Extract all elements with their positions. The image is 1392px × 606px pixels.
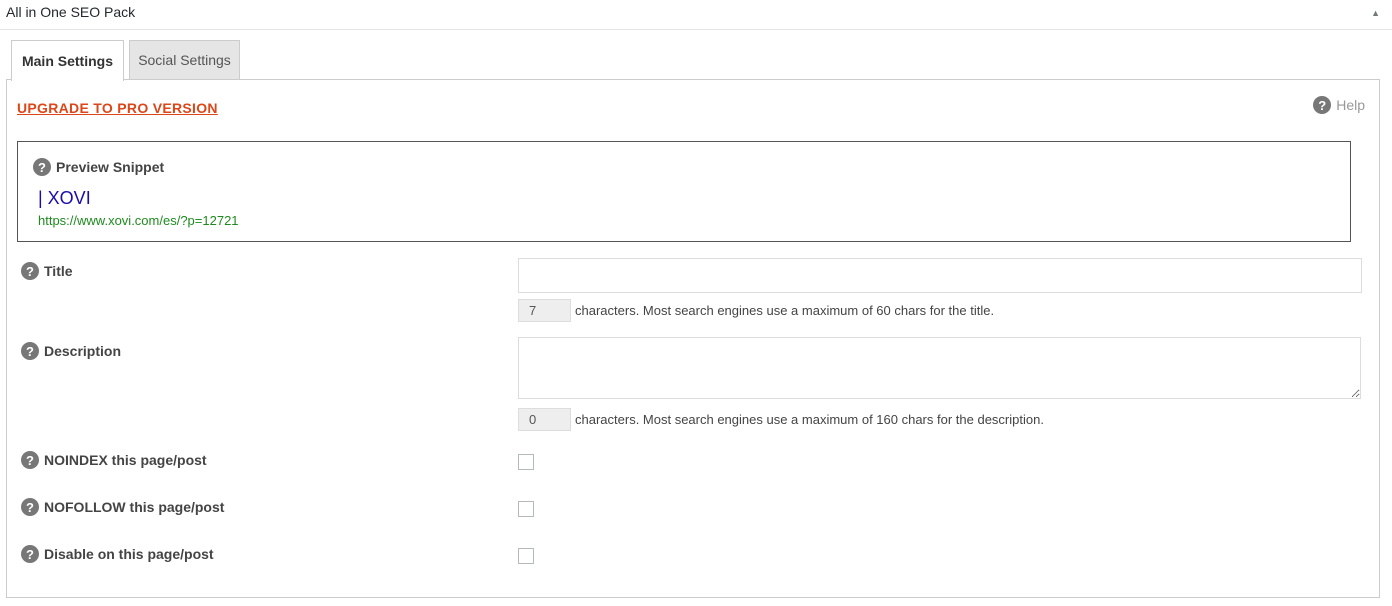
metabox-header[interactable]: All in One SEO Pack ▲ [0,0,1392,30]
tab-main-settings[interactable]: Main Settings [11,40,124,81]
preview-snippet-box: ? Preview Snippet | XOVI https://www.xov… [17,141,1351,242]
preview-snippet-heading: ? Preview Snippet [33,158,164,176]
title-hint: characters. Most search engines use a ma… [575,303,995,318]
title-input[interactable] [518,258,1362,293]
noindex-label-text: NOINDEX this page/post [44,452,207,468]
description-textarea[interactable] [518,337,1361,399]
disable-label-text: Disable on this page/post [44,546,214,562]
collapse-toggle-icon[interactable]: ▲ [1371,8,1380,18]
question-circle-icon[interactable]: ? [21,498,39,516]
question-circle-icon[interactable]: ? [33,158,51,176]
help-label: Help [1336,97,1365,113]
nofollow-checkbox[interactable] [518,501,534,517]
metabox-title: All in One SEO Pack [6,4,136,20]
description-char-count: 0 [518,408,571,431]
title-char-count: 7 [518,299,571,322]
title-label-text: Title [44,263,73,279]
disable-checkbox[interactable] [518,548,534,564]
question-circle-icon[interactable]: ? [21,451,39,469]
disable-label: ? Disable on this page/post [21,545,214,563]
snippet-url: https://www.xovi.com/es/?p=12721 [38,213,239,228]
question-circle-icon[interactable]: ? [21,545,39,563]
description-label: ? Description [21,342,121,360]
question-circle-icon[interactable]: ? [21,342,39,360]
upgrade-pro-link[interactable]: UPGRADE TO PRO VERSION [17,100,218,116]
nofollow-label-text: NOFOLLOW this page/post [44,499,225,515]
noindex-checkbox[interactable] [518,454,534,470]
question-circle-icon: ? [1313,96,1332,114]
title-label: ? Title [21,262,73,280]
noindex-label: ? NOINDEX this page/post [21,451,207,469]
snippet-title: | XOVI [38,188,91,208]
question-circle-icon[interactable]: ? [21,262,39,280]
description-hint: characters. Most search engines use a ma… [575,412,1044,427]
nofollow-label: ? NOFOLLOW this page/post [21,498,224,516]
help-link[interactable]: ? Help [1313,96,1365,114]
preview-snippet-label: Preview Snippet [56,159,165,175]
tab-social-settings[interactable]: Social Settings [129,40,240,79]
description-label-text: Description [44,343,122,359]
